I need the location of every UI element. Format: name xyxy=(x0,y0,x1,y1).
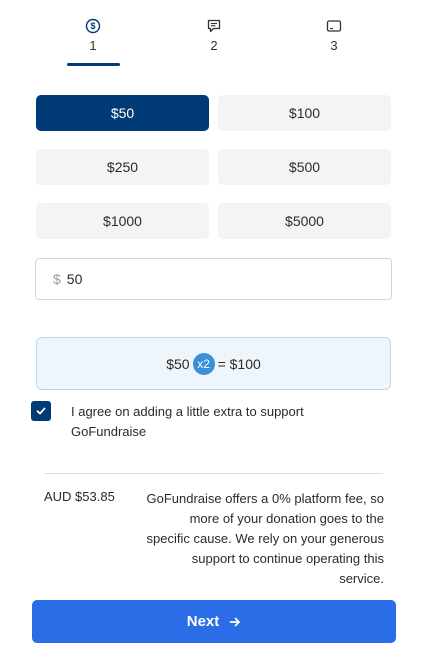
step-number: 3 xyxy=(330,38,338,53)
active-step-indicator xyxy=(67,63,120,66)
step-3[interactable]: 3 xyxy=(304,18,364,53)
banner-amount: $50 xyxy=(166,355,190,372)
extra-support-label: I agree on adding a little extra to supp… xyxy=(71,404,304,439)
matched-donation-banner: $50 x2 = $100 xyxy=(36,337,391,390)
next-button[interactable]: Next xyxy=(32,600,396,643)
step-number: 1 xyxy=(89,38,97,53)
currency-symbol: $ xyxy=(53,271,61,287)
checkmark-icon xyxy=(36,407,46,415)
multiplier-badge: x2 xyxy=(192,352,215,375)
amount-option-1000[interactable]: $1000 xyxy=(36,203,209,239)
dollar-circle-icon: $ xyxy=(85,18,101,34)
amount-option-500[interactable]: $500 xyxy=(218,149,391,185)
next-button-label: Next xyxy=(186,613,220,630)
step-1[interactable]: $ 1 xyxy=(63,18,123,53)
arrow-right-icon xyxy=(229,616,241,628)
divider xyxy=(44,473,383,474)
custom-amount-input[interactable]: $ 50 xyxy=(35,258,392,300)
svg-text:$: $ xyxy=(90,21,95,31)
amount-option-100[interactable]: $100 xyxy=(218,95,391,131)
banner-result: = $100 xyxy=(217,355,261,372)
custom-amount-value[interactable]: 50 xyxy=(67,271,83,287)
stepper: $ 1 2 3 xyxy=(0,18,427,68)
step-number: 2 xyxy=(210,38,218,53)
card-icon xyxy=(326,20,342,32)
amount-option-50[interactable]: $50 xyxy=(36,95,209,131)
extra-support-checkbox[interactable] xyxy=(31,401,51,421)
platform-fee-note: GoFundraise offers a 0% platform fee, so… xyxy=(146,491,385,586)
total-amount: AUD $53.85 xyxy=(44,489,115,504)
amount-option-250[interactable]: $250 xyxy=(36,149,209,185)
amount-option-5000[interactable]: $5000 xyxy=(218,203,391,239)
step-2[interactable]: 2 xyxy=(184,18,244,53)
message-icon xyxy=(207,19,221,33)
